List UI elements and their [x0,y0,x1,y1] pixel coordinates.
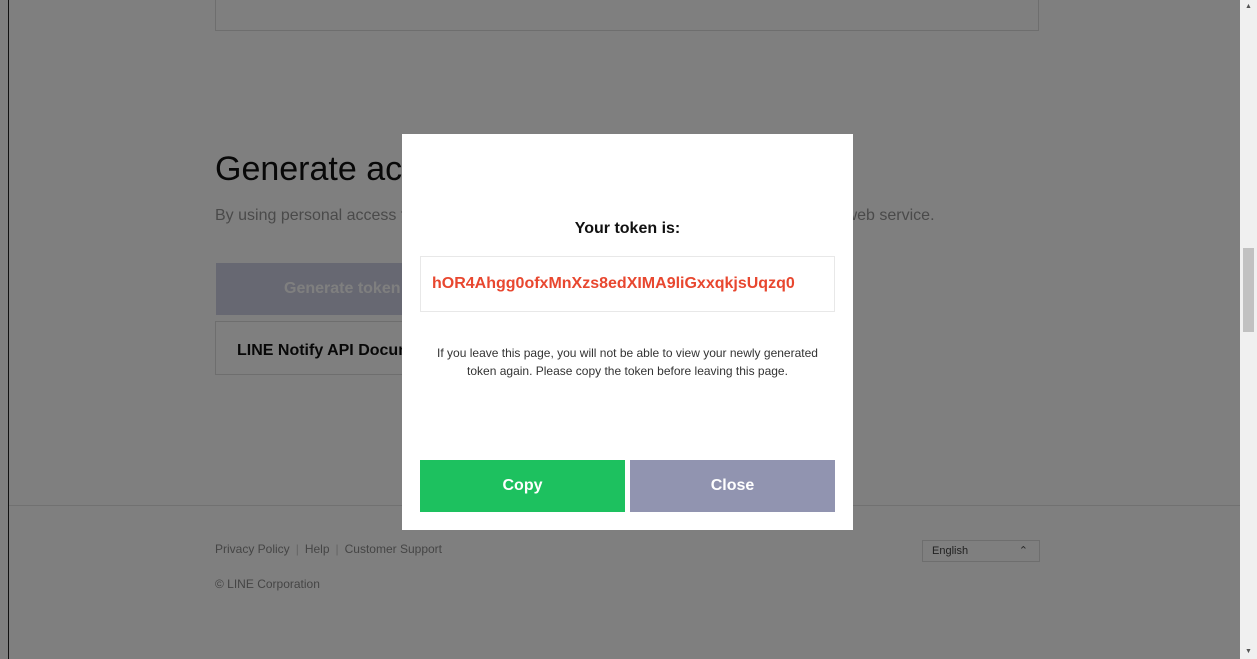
modal-title: Your token is: [574,220,681,237]
token-display[interactable]: hOR4Ahgg0ofxMnXzs8edXIMA9liGxxqkjsUqzq0 [420,256,835,312]
vertical-scrollbar[interactable]: ▲ ▼ [1240,0,1257,659]
copy-button[interactable]: Copy [420,460,625,512]
token-modal: Your token is: hOR4Ahgg0ofxMnXzs8edXIMA9… [402,134,853,530]
scroll-down-arrow-icon[interactable]: ▼ [1240,645,1257,659]
modal-message: If you leave this page, you will not be … [437,346,818,378]
scrollbar-thumb[interactable] [1243,248,1254,332]
scroll-up-arrow-icon[interactable]: ▲ [1240,0,1257,14]
close-button[interactable]: Close [630,460,835,512]
